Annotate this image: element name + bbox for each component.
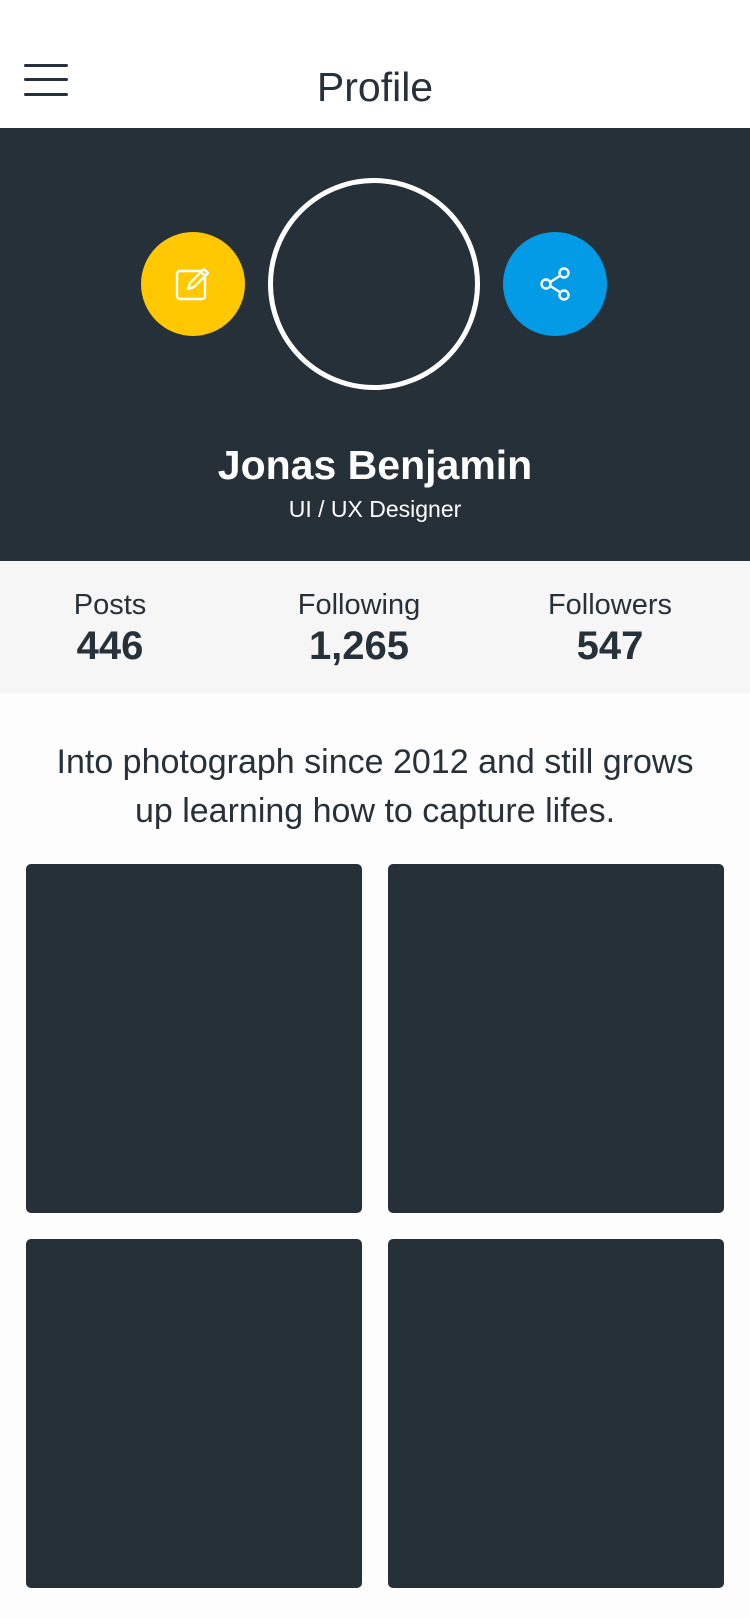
gallery-photo-2[interactable] <box>388 864 724 1213</box>
gallery-photo-3[interactable] <box>26 1239 362 1588</box>
stat-label: Following <box>297 589 421 621</box>
avatar[interactable] <box>268 178 480 390</box>
app-header: Profile <box>0 0 750 128</box>
gallery-photo-4[interactable] <box>388 1239 724 1588</box>
stat-value: 547 <box>576 624 644 668</box>
share-button[interactable] <box>503 232 607 336</box>
stat-followers[interactable]: Followers 547 <box>500 587 720 669</box>
share-icon <box>540 267 570 301</box>
edit-icon <box>175 267 210 301</box>
gallery-photo-1[interactable] <box>26 864 362 1213</box>
stats-bar: Posts 446 Following 1,265 Followers 547 <box>0 561 750 693</box>
page-title: Profile <box>316 64 434 110</box>
profile-hero: Jonas Benjamin UI / UX Designer <box>0 128 750 561</box>
edit-profile-button[interactable] <box>141 232 245 336</box>
stat-posts[interactable]: Posts 446 <box>0 587 220 669</box>
user-name: Jonas Benjamin <box>217 442 533 488</box>
user-role: UI / UX Designer <box>288 496 462 522</box>
stat-label: Followers <box>547 589 673 621</box>
bio-text: Into photograph since 2012 and still gro… <box>56 743 694 830</box>
stat-label: Posts <box>73 589 147 621</box>
stat-value: 446 <box>76 624 144 668</box>
stat-value: 1,265 <box>308 624 410 668</box>
stat-following[interactable]: Following 1,265 <box>249 587 469 669</box>
